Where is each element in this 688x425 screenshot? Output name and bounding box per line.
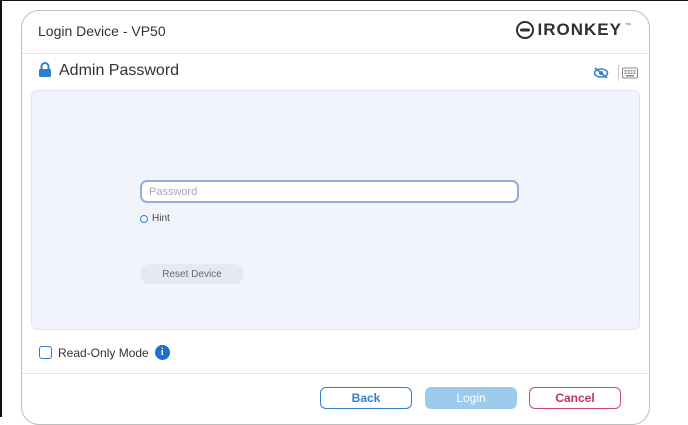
frame-left-border — [0, 0, 10, 417]
footer-divider — [22, 373, 649, 374]
read-only-checkbox[interactable] — [39, 346, 52, 359]
hint-radio[interactable] — [140, 214, 148, 223]
frame-top-border — [0, 0, 688, 7]
hint-label: Hint — [152, 213, 170, 224]
back-button[interactable]: Back — [320, 387, 412, 409]
toolbar-divider — [618, 65, 619, 81]
ironkey-logo-icon — [515, 21, 534, 39]
window-title: Login Device - VP50 — [38, 23, 166, 39]
info-icon[interactable]: i — [154, 345, 170, 360]
cancel-button[interactable]: Cancel — [529, 387, 621, 409]
login-button[interactable]: Login — [425, 387, 517, 409]
ironkey-logo-text: IRONKEY — [537, 20, 622, 39]
eye-slash-icon[interactable] — [593, 67, 609, 79]
keyboard-icon[interactable] — [622, 67, 638, 79]
ironkey-logo: IRONKEY ™ — [515, 20, 631, 40]
read-only-label: Read-Only Mode — [58, 345, 149, 360]
read-only-mode-option[interactable]: Read-Only Mode i — [39, 345, 170, 360]
section-header: Admin Password — [22, 53, 649, 91]
trademark-symbol: ™ — [625, 23, 631, 29]
password-panel: Hint Reset Device — [31, 90, 640, 330]
login-dialog: Login Device - VP50 IRONKEY ™ Admin Pass… — [21, 10, 650, 425]
hint-toggle[interactable]: Hint — [140, 213, 170, 224]
title-bar: Login Device - VP50 IRONKEY ™ — [22, 11, 649, 54]
page-title: Admin Password — [59, 62, 180, 79]
lock-icon — [39, 62, 51, 77]
reset-device-button[interactable]: Reset Device — [140, 264, 244, 284]
password-input[interactable] — [140, 180, 519, 203]
